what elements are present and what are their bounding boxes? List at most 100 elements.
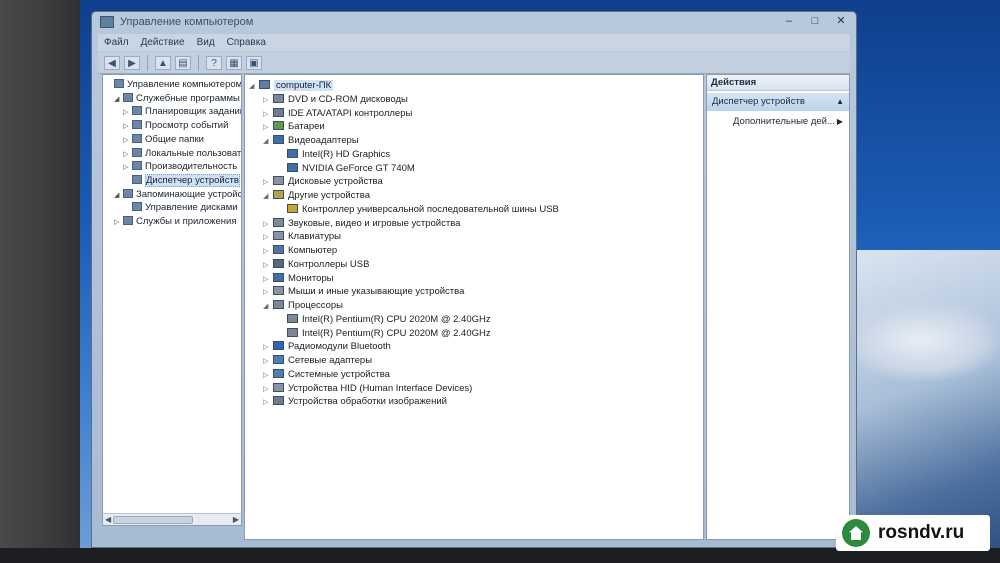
help-icon[interactable]: ? xyxy=(206,55,222,70)
device-icon xyxy=(273,190,284,199)
device-category[interactable]: ▷ Устройства HID (Human Interface Devices… xyxy=(263,382,472,395)
expand-arrow-icon[interactable]: ▷ xyxy=(263,121,273,134)
properties-icon[interactable]: ▦ xyxy=(226,55,242,70)
menu-file[interactable]: Файл xyxy=(104,34,129,51)
expand-arrow-icon[interactable]: ▷ xyxy=(263,231,273,244)
menu-view[interactable]: Вид xyxy=(197,34,215,51)
device-category[interactable]: ▷ Дисковые устройства xyxy=(263,175,383,188)
more-actions-item[interactable]: Дополнительные дей... ▶ xyxy=(707,115,849,129)
collapse-up-icon[interactable]: ▲ xyxy=(836,93,844,111)
scrollbar-thumb[interactable] xyxy=(113,516,193,524)
tree-node-icon xyxy=(123,92,133,102)
console-tree-item[interactable]: ▷ Службы и приложения xyxy=(114,215,236,228)
forward-arrow-icon[interactable]: ▶ xyxy=(124,55,140,70)
device-icon xyxy=(287,327,298,337)
back-arrow-icon[interactable]: ◀ xyxy=(104,55,120,70)
expand-arrow-icon[interactable]: ▷ xyxy=(123,161,132,174)
maximize-button[interactable]: □ xyxy=(806,15,824,29)
console-tree-item[interactable]: ▷ Производительность xyxy=(123,160,237,173)
device-category[interactable]: ▷ Клавиатуры xyxy=(263,230,341,243)
expand-arrow-icon[interactable]: ▷ xyxy=(263,286,273,299)
expand-arrow-icon[interactable]: ▷ xyxy=(263,341,273,354)
device-category[interactable]: ◢ Процессоры xyxy=(263,299,343,312)
device-category[interactable]: ▷ Контроллеры USB xyxy=(263,258,369,271)
expand-arrow-icon[interactable]: ◢ xyxy=(249,80,259,93)
device-label: Дисковые устройства xyxy=(288,176,383,188)
device-category[interactable]: ▷ DVD и CD-ROM дисководы xyxy=(263,93,408,106)
menu-help[interactable]: Справка xyxy=(227,34,266,51)
device-category[interactable]: ◢ Другие устройства xyxy=(263,189,370,202)
console-tree-label: Запоминающие устройст xyxy=(136,188,242,200)
device-category[interactable]: ▷ Компьютер xyxy=(263,244,337,257)
expand-arrow-icon[interactable]: ▷ xyxy=(263,259,273,272)
device-icon xyxy=(273,286,284,296)
device-item[interactable]: Intel(R) HD Graphics xyxy=(277,148,390,161)
actions-section-device-manager[interactable]: Диспетчер устройств ▲ xyxy=(707,93,849,111)
console-tree-item[interactable]: Управление компьютером (л xyxy=(105,78,242,91)
tree-node-icon xyxy=(114,79,124,88)
console-tree-item[interactable]: Управление дисками xyxy=(123,201,238,214)
device-category[interactable]: ▷ Радиомодули Bluetooth xyxy=(263,340,391,353)
device-icon xyxy=(273,217,284,227)
menu-action[interactable]: Действие xyxy=(141,34,185,51)
console-tree-item[interactable]: ◢ Служебные программы xyxy=(114,92,240,105)
device-category[interactable]: ▷ IDE ATA/ATAPI контроллеры xyxy=(263,107,412,120)
expand-arrow-icon[interactable]: ▷ xyxy=(263,94,273,107)
device-tree-root[interactable]: ◢ computer-ПК xyxy=(249,79,334,93)
expand-arrow-icon[interactable]: ▷ xyxy=(123,106,132,119)
expand-arrow-icon[interactable]: ▷ xyxy=(263,218,273,231)
device-label: Intel(R) Pentium(R) CPU 2020M @ 2.40GHz xyxy=(302,313,491,325)
console-tree-label: Управление компьютером (л xyxy=(127,79,242,90)
device-item[interactable]: Контроллер универсальной последовательно… xyxy=(277,203,559,216)
expand-arrow-icon[interactable]: ▷ xyxy=(263,273,273,286)
expand-arrow-icon[interactable]: ▷ xyxy=(263,245,273,258)
expand-arrow-icon[interactable]: ▷ xyxy=(263,369,273,382)
expand-arrow-icon[interactable]: ▷ xyxy=(123,120,132,133)
device-category[interactable]: ▷ Системные устройства xyxy=(263,368,390,381)
expand-arrow-icon[interactable]: ▷ xyxy=(123,134,132,147)
console-tree-item[interactable]: ▷ Просмотр событий xyxy=(123,119,228,132)
device-category[interactable]: ▷ Сетевые адаптеры xyxy=(263,354,372,367)
device-category[interactable]: ▷ Звуковые, видео и игровые устройства xyxy=(263,217,460,230)
console-tree-item[interactable]: ◢ Запоминающие устройст xyxy=(114,188,242,202)
more-actions-label: Дополнительные дей... xyxy=(733,116,835,127)
device-category[interactable]: ▷ Мониторы xyxy=(263,272,334,285)
expand-arrow-icon[interactable]: ◢ xyxy=(114,189,123,202)
tree-node-icon xyxy=(132,202,142,212)
device-label: Мыши и иные указывающие устройства xyxy=(288,286,465,298)
expand-arrow-icon[interactable]: ◢ xyxy=(263,135,273,148)
device-item[interactable]: NVIDIA GeForce GT 740M xyxy=(277,162,415,175)
console-tree-item[interactable]: ▷ Планировщик заданий xyxy=(123,105,241,119)
scroll-right-icon[interactable]: ▶ xyxy=(233,514,239,525)
minimize-button[interactable]: – xyxy=(780,15,798,29)
expand-arrow-icon[interactable]: ▷ xyxy=(263,355,273,368)
horizontal-scrollbar[interactable]: ◀ ▶ xyxy=(103,513,241,525)
scroll-left-icon[interactable]: ◀ xyxy=(105,514,111,525)
device-category[interactable]: ▷ Мыши и иные указывающие устройства xyxy=(263,285,464,298)
device-icon xyxy=(273,258,284,268)
expand-arrow-icon[interactable]: ◢ xyxy=(114,93,123,106)
console-tree-item[interactable]: Диспетчер устройств xyxy=(123,173,240,187)
show-hide-icon[interactable]: ▣ xyxy=(246,55,262,70)
device-category[interactable]: ▷ Устройства обработки изображений xyxy=(263,395,447,408)
device-item[interactable]: Intel(R) Pentium(R) CPU 2020M @ 2.40GHz xyxy=(277,313,491,326)
expand-arrow-icon[interactable]: ◢ xyxy=(263,190,273,203)
expand-arrow-icon[interactable]: ▷ xyxy=(123,148,132,161)
expand-arrow-icon[interactable]: ▷ xyxy=(263,176,273,189)
expand-arrow-icon[interactable]: ▷ xyxy=(263,396,273,409)
toolbar: ◀ ▶ ▲ ▤ ? ▦ ▣ xyxy=(98,52,850,74)
expand-arrow-icon[interactable]: ▷ xyxy=(114,216,123,229)
expand-arrow-icon[interactable]: ◢ xyxy=(263,300,273,313)
console-tree-item[interactable]: ▷ Локальные пользоват xyxy=(123,147,241,160)
expand-arrow-icon[interactable]: ▷ xyxy=(263,108,273,121)
close-button[interactable]: ✕ xyxy=(832,15,850,29)
folder-up-icon[interactable]: ▲ xyxy=(155,55,171,70)
device-item[interactable]: Intel(R) Pentium(R) CPU 2020M @ 2.40GHz xyxy=(277,327,491,340)
device-category[interactable]: ▷ Батареи xyxy=(263,120,325,133)
title-bar[interactable]: Управление компьютером – □ ✕ xyxy=(92,12,856,34)
expand-arrow-icon[interactable]: ▷ xyxy=(263,383,273,396)
console-tree-icon[interactable]: ▤ xyxy=(175,55,191,70)
console-tree-item[interactable]: ▷ Общие папки xyxy=(123,133,204,146)
device-category[interactable]: ◢ Видеоадаптеры xyxy=(263,134,359,147)
submenu-arrow-icon: ▶ xyxy=(836,117,843,126)
